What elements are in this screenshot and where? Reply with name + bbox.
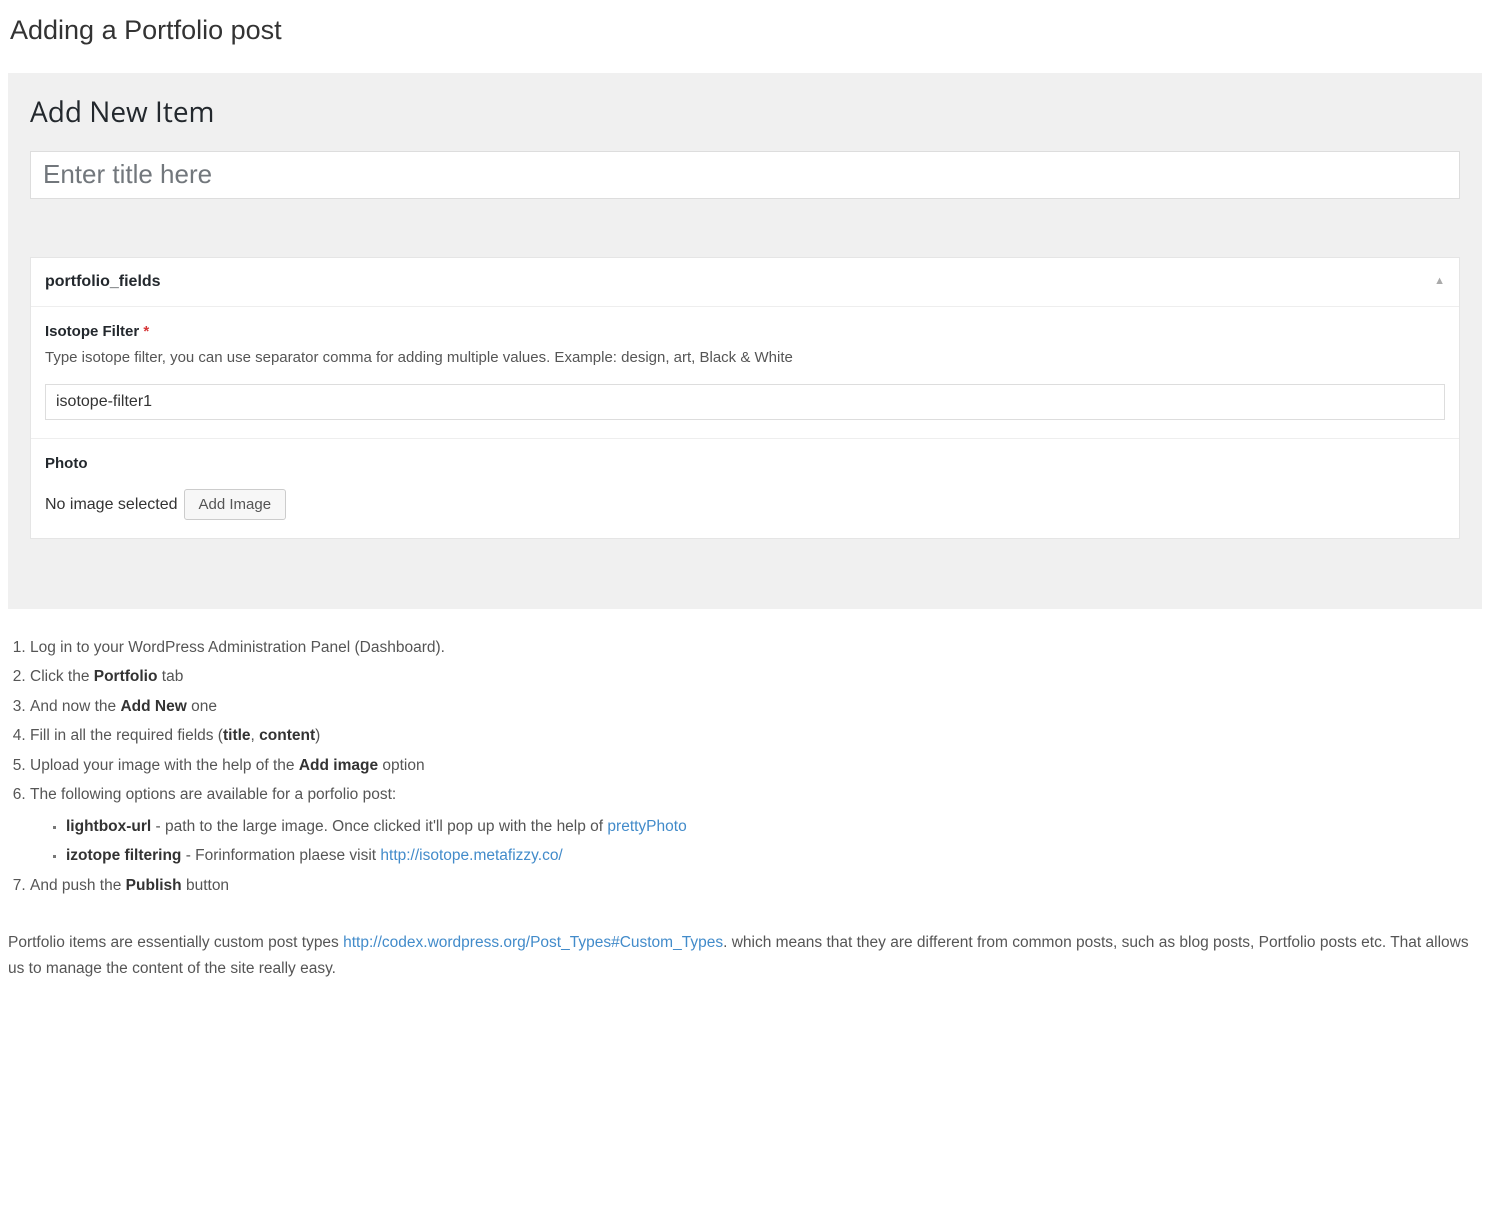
- substep-isotope: izotope filtering - Forinformation plaes…: [66, 841, 1482, 870]
- isotope-filter-field: Isotope Filter * Type isotope filter, yo…: [31, 307, 1459, 438]
- step-4: Fill in all the required fields (title, …: [30, 721, 1482, 750]
- closing-paragraph: Portfolio items are essentially custom p…: [8, 930, 1482, 983]
- collapse-triangle-icon[interactable]: ▲: [1434, 273, 1445, 290]
- admin-screenshot-panel: Add New Item portfolio_fields ▲ Isotope …: [8, 73, 1482, 610]
- instructions: Log in to your WordPress Administration …: [8, 633, 1482, 900]
- required-asterisk: *: [143, 323, 149, 340]
- substep-lightbox: lightbox-url - path to the large image. …: [66, 812, 1482, 841]
- portfolio-fields-metabox: portfolio_fields ▲ Isotope Filter * Type…: [30, 257, 1460, 540]
- metabox-body: Isotope Filter * Type isotope filter, yo…: [31, 307, 1459, 539]
- codex-link[interactable]: http://codex.wordpress.org/Post_Types#Cu…: [343, 934, 723, 951]
- metabox-header[interactable]: portfolio_fields ▲: [31, 258, 1459, 307]
- add-image-button[interactable]: Add Image: [184, 489, 287, 520]
- step-2: Click the Portfolio tab: [30, 662, 1482, 691]
- photo-field: Photo No image selected Add Image: [31, 438, 1459, 539]
- step-3: And now the Add New one: [30, 692, 1482, 721]
- photo-label: Photo: [45, 453, 1445, 476]
- no-image-text: No image selected: [45, 493, 178, 517]
- isotope-link[interactable]: http://isotope.metafizzy.co/: [380, 847, 562, 864]
- prettyphoto-link[interactable]: prettyPhoto: [607, 818, 686, 835]
- isotope-filter-input[interactable]: [45, 384, 1445, 420]
- post-title-input[interactable]: [30, 151, 1460, 199]
- isotope-filter-help: Type isotope filter, you can use separat…: [45, 347, 1445, 370]
- metabox-title: portfolio_fields: [45, 270, 161, 294]
- step-5: Upload your image with the help of the A…: [30, 751, 1482, 780]
- isotope-filter-label: Isotope Filter: [45, 323, 139, 340]
- page-title: Adding a Portfolio post: [8, 10, 1482, 51]
- step-6: The following options are available for …: [30, 780, 1482, 870]
- panel-heading: Add New Item: [30, 91, 1460, 133]
- step-1: Log in to your WordPress Administration …: [30, 633, 1482, 662]
- step-7: And push the Publish button: [30, 871, 1482, 900]
